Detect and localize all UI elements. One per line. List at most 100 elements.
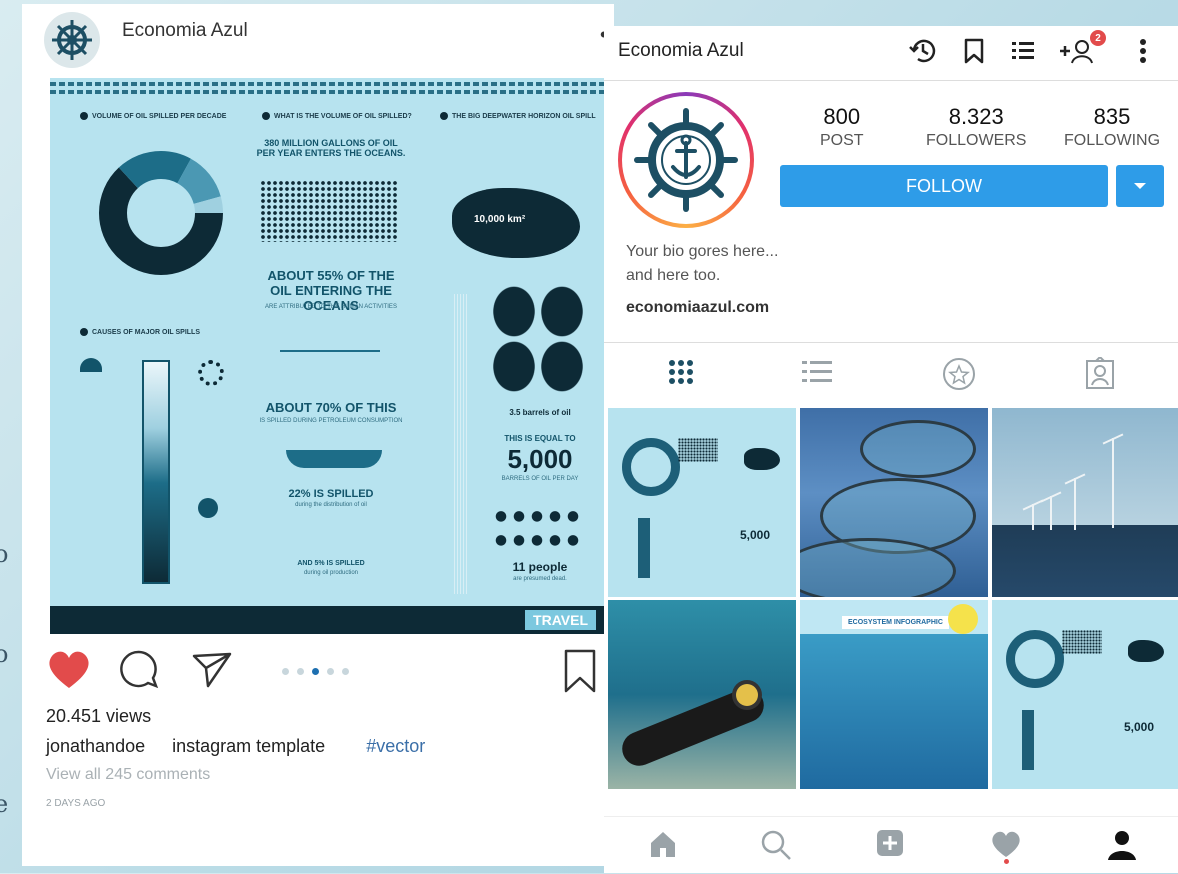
notification-badge: 2 [1090,30,1106,46]
stat-value: 8.323 [948,104,1004,129]
send-icon[interactable] [190,648,234,690]
carousel-dot[interactable] [327,668,334,675]
grid-post-ecosystem[interactable]: ECOSYSTEM INFOGRAPHIC [800,600,988,789]
gear-icon [198,360,224,386]
infographic-section-title: Volume of oil spilled per decade [80,112,226,120]
follow-button[interactable]: FOLLOW [780,165,1108,207]
stat-posts[interactable]: 800 POST [820,104,864,150]
oil-slick-shape: 10,000 km² [452,188,580,258]
infographic-subtext: during the distribution of oil [295,502,367,508]
carousel-dot[interactable] [282,668,289,675]
ship-wheel-anchor-icon [634,108,738,212]
bookmark-icon[interactable] [562,648,598,694]
search-icon[interactable] [760,829,792,861]
grid-post-subsea-cable[interactable] [608,600,796,789]
eco-title: ECOSYSTEM INFOGRAPHIC [842,616,949,629]
history-icon[interactable] [908,36,938,66]
mini-donut [1006,630,1064,688]
add-post-icon[interactable] [876,829,904,857]
add-user-icon[interactable]: 2 [1058,30,1106,66]
mini-dots [1062,630,1102,654]
depth-scale [454,294,468,594]
mini-donut [622,438,680,496]
barrels-illustration [490,284,586,394]
profile-bio: Your bio gores here... and here too. [626,240,778,288]
cable-core [736,684,758,706]
profile-tabs [604,342,1178,409]
grid-post-infographic[interactable]: 5,000 [992,600,1178,789]
heart-icon[interactable] [990,829,1022,859]
bio-line: Your bio gores here... [626,243,779,260]
profile-top-bar: Economia Azul 2 [604,26,1178,81]
stat-value: 800 [823,104,861,129]
carousel-dot-active[interactable] [312,668,319,675]
infographic-border [50,90,606,94]
mini-oil-slick [744,448,780,470]
brand-logo: TRAVEL [525,610,596,630]
caption-hashtag[interactable]: #vector [366,736,425,756]
people-subtext: are presumed dead. [513,576,567,582]
more-vertical-icon[interactable] [1138,36,1148,66]
people-count: 11 people [512,560,568,574]
grid-post-fish-farm[interactable] [800,408,988,597]
big-number: 5,000 [507,444,573,474]
ship-wheel-icon [52,20,92,60]
sun-icon [948,604,978,634]
stat-label: FOLLOWERS [926,132,1027,149]
stat-label: POST [820,132,864,149]
tagged-user-icon[interactable] [1084,357,1116,391]
carousel-dot[interactable] [342,668,349,675]
infographic-headline: 22% IS SPILLED [288,488,374,500]
infographic-border [50,82,606,86]
caption-text: instagram template [172,736,326,756]
people-illustration [492,508,584,556]
grid-icon[interactable] [666,357,696,387]
bottom-navigation [604,816,1178,874]
mini-number: 5,000 [1124,720,1155,734]
infographic-subtext: IS SPILLED DURING PETROLEUM CONSUMPTION [259,418,403,424]
infographic-subtext: ARE ATTRIBUTED TO THE HUMAN ACTIVITIES [265,304,397,310]
list-icon[interactable] [1008,36,1038,66]
donut-chart [99,151,223,275]
grid-post-infographic[interactable]: 5,000 [608,408,796,597]
grid-post-wind-farm[interactable] [992,408,1178,597]
star-icon[interactable] [942,357,976,391]
caption-username[interactable]: jonathandoe [46,736,145,756]
carousel-dot[interactable] [297,668,304,675]
heart-filled-icon[interactable] [46,648,92,690]
home-icon[interactable] [648,829,678,859]
ships-illustration [280,350,380,352]
views-count: 20.451 views [46,706,152,726]
stat-value: 835 [1093,104,1131,129]
question-icon [198,498,218,518]
mini-dots [678,438,718,462]
turbine [1074,478,1076,530]
mini-bar [1022,710,1034,770]
fish-pen [860,420,976,478]
bookmark-icon[interactable] [962,36,986,66]
mini-bar [638,518,650,578]
post-action-bar [22,640,614,704]
post-username[interactable]: Economia Azul [122,20,248,42]
follow-dropdown-button[interactable] [1116,165,1164,207]
profile-icon[interactable] [1106,829,1138,861]
post-caption: jonathandoe instagram template #vector [46,736,425,757]
profile-avatar-ring[interactable] [618,92,754,228]
list-icon[interactable] [800,357,834,387]
avatar[interactable] [44,12,100,68]
bio-line: and here too. [626,267,721,284]
infographic-headline: AND 5% IS SPILLED [297,560,365,567]
stat-following[interactable]: 835 FOLLOWING [1064,104,1160,150]
infographic-section-title: Causes of major oil spills [80,328,200,336]
stat-followers[interactable]: 8.323 FOLLOWERS [926,104,1026,150]
post-timestamp: 2 DAYS AGO [46,798,106,809]
profile-website-link[interactable]: economiaazul.com [626,299,769,317]
post-image-infographic[interactable]: Volume of oil spilled per decade What is… [50,78,606,634]
mini-oil-slick [1128,640,1164,662]
mini-number: 5,000 [740,528,771,542]
posts-grid: 5,000 ECOSYSTEM INFOGRAPHIC 5,000 [608,408,1178,794]
comment-icon[interactable] [118,648,160,690]
view-comments-link[interactable]: View all 245 comments [46,766,210,784]
big-number-subtext: BARRELS OF OIL PER DAY [501,476,579,482]
turbine [1050,496,1052,530]
